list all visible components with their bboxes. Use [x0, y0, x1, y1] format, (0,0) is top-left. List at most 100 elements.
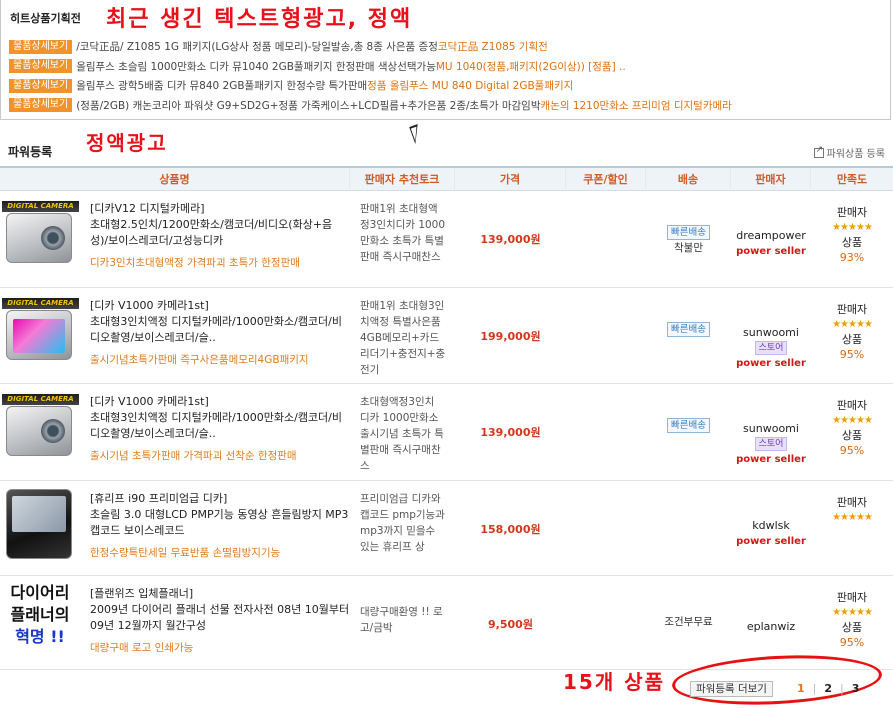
- rating-stars-icon: ★★★★★: [832, 512, 873, 523]
- page-separator: |: [840, 682, 844, 695]
- detail-view-button[interactable]: 물품상세보기: [9, 59, 73, 74]
- text-ad-accent[interactable]: 캐논의 1210만화소 프리미엄 디지털카메라: [541, 98, 732, 113]
- price: 9,500원: [488, 618, 533, 631]
- product-title[interactable]: [플랜위즈 입체플래너]: [90, 586, 350, 602]
- table-row: DIGITAL CAMERA VIDEO [디카 V1000 카메라1st] 초…: [0, 384, 893, 481]
- product-title[interactable]: [휴리프 i90 프리미엄급 디카]: [90, 491, 350, 507]
- page-separator: |: [812, 682, 817, 695]
- product-title[interactable]: [디카 V1000 카메라1st]: [90, 394, 350, 410]
- store-badge[interactable]: 스토어: [754, 341, 788, 355]
- price: 158,000원: [480, 523, 541, 536]
- text-ad-row[interactable]: 물품상세보기 올림푸스 광학5배줌 디카 뮤840 2GB풀패키지 한정수량 특…: [9, 76, 889, 96]
- table-row: [휴리프 i90 프리미엄급 디카] 초슬림 3.0 대형LCD PMP기능 동…: [0, 481, 893, 576]
- seller-id[interactable]: sunwoomi: [731, 422, 811, 436]
- product-title[interactable]: [디카 V1000 카메라1st]: [90, 298, 350, 314]
- seller-talk[interactable]: 프리미엄급 디카와 캡코드 pmp기능과 mp3까지 믿을수 있는 휴리프 상: [350, 481, 455, 555]
- thumbnail-banner: DIGITAL CAMERA VIDEO: [2, 201, 79, 221]
- product-promo[interactable]: 출시기념초특가판매 즉구사은품메모리4GB패키지: [90, 352, 350, 367]
- power-seller-label: power seller: [736, 246, 806, 257]
- shipping-text: 조건부무료: [664, 616, 713, 628]
- thumbnail-banner: DIGITAL CAMERA VIDEO: [2, 298, 79, 318]
- product-promo[interactable]: 출시기념 초특가판매 가격파괴 선착순 한정판매: [90, 448, 350, 463]
- handwritten-annotation-text-ads: 최근 생긴 텍스트형광고, 정액: [106, 7, 413, 32]
- coupon-cell: [566, 384, 646, 480]
- text-ad-accent[interactable]: 정품 올림푸스 MU 840 Digital 2GB풀패키지: [367, 78, 573, 93]
- text-ad-accent[interactable]: 코닥正品 Z1085 기획전: [438, 39, 548, 54]
- power-more-button[interactable]: 파워등록 더보기: [690, 681, 773, 697]
- product-subtitle[interactable]: 초대형3인치액정 디지털카메라/1000만화소/캠코더/비디오촬영/보이스레코더…: [90, 314, 350, 346]
- satisfaction-percent: 95%: [839, 444, 865, 457]
- satisfaction-percent: 93%: [839, 251, 865, 264]
- detail-view-button[interactable]: 물품상세보기: [9, 78, 73, 93]
- rating-stars-icon: ★★★★★: [832, 607, 873, 618]
- text-ad-main[interactable]: 올림푸스 초슬림 1000만화소 디카 뮤1040 2GB풀패키지 한정판매 색…: [76, 59, 436, 74]
- page-1-link[interactable]: 1: [797, 682, 805, 695]
- header-satisfaction[interactable]: 만족도: [811, 168, 893, 190]
- product-title[interactable]: [디카V12 디지털카메라]: [90, 201, 350, 217]
- seller-id[interactable]: eplanwiz: [731, 620, 811, 634]
- text-ad-main[interactable]: /코닥正品/ Z1085 1G 패키지(LG상사 정품 메모리)-당일발송,총 …: [76, 39, 438, 54]
- text-ad-row[interactable]: 물품상세보기 (정품/2GB) 캐논코리아 파워샷 G9+SD2G+정품 가죽케…: [9, 96, 889, 116]
- product-promo[interactable]: 디카3인치초대형액정 가격파괴 초특가 한정판매: [90, 255, 350, 270]
- product-subtitle[interactable]: 초대형3인치액정 디지털카메라/1000만화소/캠코더/비디오촬영/보이스레코더…: [90, 410, 350, 442]
- product-subtitle[interactable]: 초대형2.5인치/1200만화소/캠코더/비디오(화상+음성)/보이스레코더/고…: [90, 217, 350, 249]
- header-product-name[interactable]: 상품명: [0, 168, 350, 190]
- text-ad-main[interactable]: (정품/2GB) 캐논코리아 파워샷 G9+SD2G+정품 가죽케이스+LCD필…: [76, 98, 540, 113]
- satisfaction-product-label: 상품: [841, 429, 863, 442]
- header-shipping[interactable]: 배송: [646, 168, 731, 190]
- fast-delivery-badge: 빠른배송: [667, 225, 710, 240]
- product-thumbnail[interactable]: DIGITAL CAMERA VIDEO: [0, 288, 82, 383]
- text-ad-main[interactable]: 올림푸스 광학5배줌 디카 뮤840 2GB풀패키지 한정수량 특가판매: [76, 78, 367, 93]
- text-ad-accent[interactable]: MU 1040(정품,패키지(2G이상)) [정품] ..: [436, 59, 626, 74]
- satisfaction-product-label: 상품: [841, 621, 863, 634]
- price: 199,000원: [480, 330, 541, 343]
- seller-id[interactable]: dreampower: [731, 229, 811, 243]
- text-ad-row[interactable]: 물품상세보기 /코닥正品/ Z1085 1G 패키지(LG상사 정품 메모리)-…: [9, 37, 889, 57]
- camera-image: [6, 213, 72, 263]
- rating-stars-icon: ★★★★★: [832, 222, 873, 233]
- header-seller[interactable]: 판매자: [731, 168, 811, 190]
- price: 139,000원: [480, 233, 541, 246]
- seller-id[interactable]: sunwoomi: [731, 326, 811, 340]
- page-3-link[interactable]: 3: [852, 682, 860, 695]
- product-promo[interactable]: 한정수량특탄세일 무료반품 손떨림방지기능: [90, 545, 350, 560]
- table-row: DIGITAL CAMERA VIDEO [디카V12 디지털카메라] 초대형2…: [0, 191, 893, 288]
- header-price[interactable]: 가격: [455, 168, 566, 190]
- header-coupon[interactable]: 쿠폰/할인: [566, 168, 646, 190]
- satisfaction-seller-label: 판매자: [836, 496, 868, 509]
- text-ad-row[interactable]: 물품상세보기 올림푸스 초슬림 1000만화소 디카 뮤1040 2GB풀패키지…: [9, 57, 889, 77]
- power-product-register-link[interactable]: 파워상품 등록: [813, 145, 885, 160]
- product-subtitle[interactable]: 2009년 다이어리 플래너 선물 전자사전 08년 10월부터 09년 12월…: [90, 602, 350, 634]
- page-2-link[interactable]: 2: [824, 682, 832, 695]
- header-seller-talk[interactable]: 판매자 추천토크: [350, 168, 455, 190]
- product-thumbnail[interactable]: DIGITAL CAMERA VIDEO: [0, 384, 82, 480]
- product-thumbnail[interactable]: DIGITAL CAMERA VIDEO: [0, 191, 82, 287]
- detail-view-button[interactable]: 물품상세보기: [9, 39, 73, 54]
- satisfaction-seller-label: 판매자: [836, 399, 868, 412]
- satisfaction-percent: 95%: [839, 636, 865, 649]
- fast-delivery-badge: 빠른배송: [667, 418, 710, 433]
- seller-talk[interactable]: 판매1위 초대형3인치액정 특별사은품 4GB메모리+카드리더기+충전지+충전기: [350, 288, 455, 378]
- fast-delivery-badge: 빠른배송: [667, 322, 710, 337]
- mouse-cursor-icon: [409, 124, 424, 144]
- shipping-text: 착불만: [674, 242, 703, 254]
- detail-view-button[interactable]: 물품상세보기: [9, 98, 73, 113]
- seller-id[interactable]: kdwlsk: [731, 519, 811, 533]
- seller-talk[interactable]: 대량구매환영 !! 로고/금박: [350, 576, 455, 636]
- store-badge[interactable]: 스토어: [754, 437, 788, 451]
- diary-image-text: 다이어리 플래너의 혁명 !!: [10, 583, 70, 646]
- product-subtitle[interactable]: 초슬림 3.0 대형LCD PMP기능 동영상 흔들림방지 MP3 캡코드 보이…: [90, 507, 350, 539]
- rating-stars-icon: ★★★★★: [832, 415, 873, 426]
- satisfaction-product-label: 상품: [841, 333, 863, 346]
- product-promo[interactable]: 대량구매 로고 인쇄가능: [90, 640, 350, 655]
- satisfaction-seller-label: 판매자: [836, 303, 868, 316]
- seller-talk[interactable]: 초대형액정3인치 디카 1000만화소 출시기념 초특가 특별판매 즉시구매찬스: [350, 384, 455, 474]
- power-product-register-label[interactable]: 파워상품 등록: [827, 145, 885, 160]
- product-thumbnail[interactable]: [0, 481, 82, 575]
- seller-talk[interactable]: 판매1위 초대형액정3인치디카 1000만화소 초특가 특별판매 즉시구매찬스: [350, 191, 455, 265]
- text-ad-list: 물품상세보기 /코닥正品/ Z1085 1G 패키지(LG상사 정품 메모리)-…: [9, 37, 889, 115]
- coupon-cell: [566, 576, 646, 669]
- power-product-table: 상품명 판매자 추천토크 가격 쿠폰/할인 배송 판매자 만족도 DIGITAL…: [0, 166, 893, 670]
- product-thumbnail[interactable]: 다이어리 플래너의 혁명 !!: [0, 576, 82, 669]
- table-header: 상품명 판매자 추천토크 가격 쿠폰/할인 배송 판매자 만족도: [0, 166, 893, 191]
